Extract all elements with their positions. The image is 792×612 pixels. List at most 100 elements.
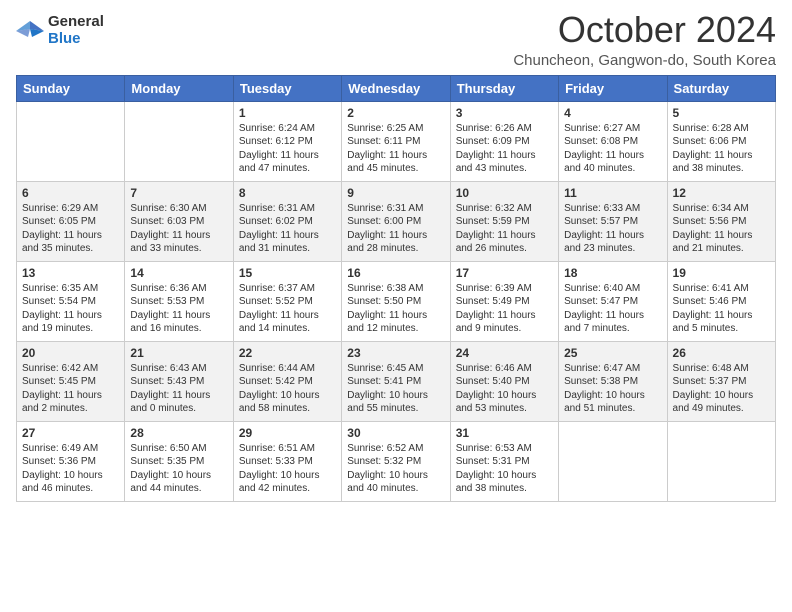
calendar-cell: 25 Sunrise: 6:47 AM Sunset: 5:38 PM Dayli… (559, 341, 667, 421)
day-info: Sunrise: 6:44 AM Sunset: 5:42 PM Dayligh… (239, 362, 336, 416)
day-info: Sunrise: 6:31 AM Sunset: 6:02 PM Dayligh… (239, 202, 336, 256)
calendar-cell: 29 Sunrise: 6:51 AM Sunset: 5:33 PM Dayli… (233, 421, 341, 501)
day-number: 12 (673, 186, 770, 200)
day-number: 15 (239, 266, 336, 280)
day-number: 27 (22, 426, 119, 440)
calendar-cell (125, 101, 233, 181)
day-info: Sunrise: 6:46 AM Sunset: 5:40 PM Dayligh… (456, 362, 553, 416)
col-monday: Monday (125, 75, 233, 101)
calendar-week-1: 1 Sunrise: 6:24 AM Sunset: 6:12 PM Daylig… (17, 101, 776, 181)
day-number: 10 (456, 186, 553, 200)
calendar-cell: 7 Sunrise: 6:30 AM Sunset: 6:03 PM Daylig… (125, 181, 233, 261)
day-number: 2 (347, 106, 444, 120)
day-info: Sunrise: 6:26 AM Sunset: 6:09 PM Dayligh… (456, 122, 553, 176)
day-number: 6 (22, 186, 119, 200)
day-info: Sunrise: 6:33 AM Sunset: 5:57 PM Dayligh… (564, 202, 661, 256)
day-info: Sunrise: 6:31 AM Sunset: 6:00 PM Dayligh… (347, 202, 444, 256)
day-info: Sunrise: 6:36 AM Sunset: 5:53 PM Dayligh… (130, 282, 227, 336)
calendar-cell: 30Sunrise: 6:52 AM Sunset: 5:32 PM Dayli… (342, 421, 450, 501)
day-info: Sunrise: 6:43 AM Sunset: 5:43 PM Dayligh… (130, 362, 227, 416)
col-thursday: Thursday (450, 75, 558, 101)
calendar-cell (17, 101, 125, 181)
day-info: Sunrise: 6:34 AM Sunset: 5:56 PM Dayligh… (673, 202, 770, 256)
calendar-cell: 4 Sunrise: 6:27 AM Sunset: 6:08 PM Daylig… (559, 101, 667, 181)
day-info: Sunrise: 6:52 AM Sunset: 5:32 PM Dayligh… (347, 442, 444, 496)
day-number: 14 (130, 266, 227, 280)
day-number: 20 (22, 346, 119, 360)
day-number: 8 (239, 186, 336, 200)
calendar-cell: 23Sunrise: 6:45 AM Sunset: 5:41 PM Dayli… (342, 341, 450, 421)
calendar-cell: 22 Sunrise: 6:44 AM Sunset: 5:42 PM Dayli… (233, 341, 341, 421)
day-number: 28 (130, 426, 227, 440)
calendar-cell: 27 Sunrise: 6:49 AM Sunset: 5:36 PM Dayli… (17, 421, 125, 501)
title-block: October 2024 Chuncheon, Gangwon-do, Sout… (513, 10, 776, 69)
day-number: 25 (564, 346, 661, 360)
day-number: 11 (564, 186, 661, 200)
day-info: Sunrise: 6:45 AM Sunset: 5:41 PM Dayligh… (347, 362, 444, 416)
header: General Blue October 2024 Chuncheon, Gan… (16, 10, 776, 69)
calendar-cell: 20 Sunrise: 6:42 AM Sunset: 5:45 PM Dayli… (17, 341, 125, 421)
day-info: Sunrise: 6:30 AM Sunset: 6:03 PM Dayligh… (130, 202, 227, 256)
calendar-cell: 19Sunrise: 6:41 AM Sunset: 5:46 PM Dayli… (667, 261, 775, 341)
day-number: 31 (456, 426, 553, 440)
calendar-cell: 1 Sunrise: 6:24 AM Sunset: 6:12 PM Daylig… (233, 101, 341, 181)
day-info: Sunrise: 6:42 AM Sunset: 5:45 PM Dayligh… (22, 362, 119, 416)
col-sunday: Sunday (17, 75, 125, 101)
day-number: 9 (347, 186, 444, 200)
day-info: Sunrise: 6:24 AM Sunset: 6:12 PM Dayligh… (239, 122, 336, 176)
day-info: Sunrise: 6:53 AM Sunset: 5:31 PM Dayligh… (456, 442, 553, 496)
calendar-cell: 26Sunrise: 6:48 AM Sunset: 5:37 PM Dayli… (667, 341, 775, 421)
day-number: 18 (564, 266, 661, 280)
logo-blue: Blue (48, 31, 104, 48)
location-title: Chuncheon, Gangwon-do, South Korea (513, 52, 776, 69)
day-info: Sunrise: 6:49 AM Sunset: 5:36 PM Dayligh… (22, 442, 119, 496)
day-number: 13 (22, 266, 119, 280)
page: General Blue October 2024 Chuncheon, Gan… (0, 0, 792, 612)
calendar-cell: 21 Sunrise: 6:43 AM Sunset: 5:43 PM Dayli… (125, 341, 233, 421)
calendar-cell: 11 Sunrise: 6:33 AM Sunset: 5:57 PM Dayli… (559, 181, 667, 261)
calendar-cell (667, 421, 775, 501)
day-number: 7 (130, 186, 227, 200)
col-wednesday: Wednesday (342, 75, 450, 101)
day-info: Sunrise: 6:48 AM Sunset: 5:37 PM Dayligh… (673, 362, 770, 416)
logo: General Blue (16, 14, 104, 47)
day-info: Sunrise: 6:32 AM Sunset: 5:59 PM Dayligh… (456, 202, 553, 256)
day-number: 21 (130, 346, 227, 360)
day-info: Sunrise: 6:50 AM Sunset: 5:35 PM Dayligh… (130, 442, 227, 496)
month-title: October 2024 (513, 10, 776, 50)
day-info: Sunrise: 6:39 AM Sunset: 5:49 PM Dayligh… (456, 282, 553, 336)
day-number: 19 (673, 266, 770, 280)
calendar-cell: 17 Sunrise: 6:39 AM Sunset: 5:49 PM Dayli… (450, 261, 558, 341)
calendar-week-3: 13 Sunrise: 6:35 AM Sunset: 5:54 PM Dayli… (17, 261, 776, 341)
day-info: Sunrise: 6:35 AM Sunset: 5:54 PM Dayligh… (22, 282, 119, 336)
calendar-cell: 3 Sunrise: 6:26 AM Sunset: 6:09 PM Daylig… (450, 101, 558, 181)
day-info: Sunrise: 6:38 AM Sunset: 5:50 PM Dayligh… (347, 282, 444, 336)
calendar-week-4: 20 Sunrise: 6:42 AM Sunset: 5:45 PM Dayli… (17, 341, 776, 421)
calendar-cell: 31 Sunrise: 6:53 AM Sunset: 5:31 PM Dayli… (450, 421, 558, 501)
day-number: 4 (564, 106, 661, 120)
calendar-cell: 9 Sunrise: 6:31 AM Sunset: 6:00 PM Daylig… (342, 181, 450, 261)
day-number: 5 (673, 106, 770, 120)
calendar-cell: 24Sunrise: 6:46 AM Sunset: 5:40 PM Dayli… (450, 341, 558, 421)
calendar-body: 1 Sunrise: 6:24 AM Sunset: 6:12 PM Daylig… (17, 101, 776, 501)
day-info: Sunrise: 6:47 AM Sunset: 5:38 PM Dayligh… (564, 362, 661, 416)
calendar-cell: 8 Sunrise: 6:31 AM Sunset: 6:02 PM Daylig… (233, 181, 341, 261)
day-info: Sunrise: 6:27 AM Sunset: 6:08 PM Dayligh… (564, 122, 661, 176)
day-info: Sunrise: 6:40 AM Sunset: 5:47 PM Dayligh… (564, 282, 661, 336)
calendar-header: Sunday Monday Tuesday Wednesday Thursday… (17, 75, 776, 101)
calendar-cell: 16Sunrise: 6:38 AM Sunset: 5:50 PM Dayli… (342, 261, 450, 341)
day-info: Sunrise: 6:29 AM Sunset: 6:05 PM Dayligh… (22, 202, 119, 256)
calendar-cell (559, 421, 667, 501)
calendar-cell: 13 Sunrise: 6:35 AM Sunset: 5:54 PM Dayli… (17, 261, 125, 341)
day-number: 17 (456, 266, 553, 280)
day-number: 29 (239, 426, 336, 440)
day-number: 22 (239, 346, 336, 360)
logo-general: General (48, 14, 104, 31)
day-info: Sunrise: 6:51 AM Sunset: 5:33 PM Dayligh… (239, 442, 336, 496)
day-number: 1 (239, 106, 336, 120)
col-saturday: Saturday (667, 75, 775, 101)
calendar-cell: 15Sunrise: 6:37 AM Sunset: 5:52 PM Dayli… (233, 261, 341, 341)
calendar-week-2: 6 Sunrise: 6:29 AM Sunset: 6:05 PM Daylig… (17, 181, 776, 261)
calendar-cell: 14 Sunrise: 6:36 AM Sunset: 5:53 PM Dayli… (125, 261, 233, 341)
day-number: 3 (456, 106, 553, 120)
